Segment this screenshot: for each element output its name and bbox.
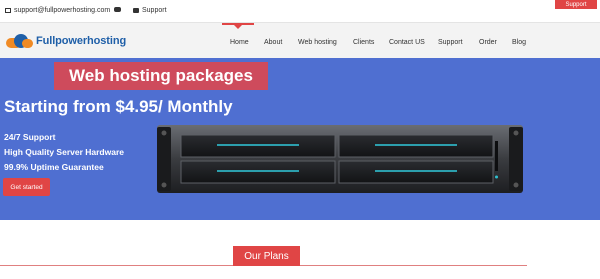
- feature-support: 24/7 Support: [4, 132, 56, 142]
- site-logo[interactable]: Fullpowerhosting: [6, 33, 126, 49]
- top-bar: support@fullpowerhosting.com Support Sup…: [0, 0, 600, 22]
- hero-title: Web hosting packages: [54, 62, 268, 90]
- nav-contact-us[interactable]: Contact US: [389, 39, 425, 46]
- support-link[interactable]: Support: [133, 7, 167, 14]
- server-rack-image: [157, 125, 523, 193]
- nav-blog[interactable]: Blog: [512, 39, 526, 46]
- site-header: Fullpowerhosting Home About Web hosting …: [0, 22, 600, 58]
- chat-icon: [114, 7, 121, 12]
- support-button[interactable]: Support: [555, 0, 597, 9]
- email-text: support@fullpowerhosting.com: [14, 7, 111, 14]
- nav-support[interactable]: Support: [438, 39, 463, 46]
- nav-home[interactable]: Home: [230, 39, 249, 46]
- nav-clients[interactable]: Clients: [353, 39, 374, 46]
- envelope-icon: [5, 8, 11, 13]
- feature-hardware: High Quality Server Hardware: [4, 147, 124, 157]
- logo-text: Fullpowerhosting: [36, 35, 127, 47]
- get-started-button[interactable]: Get started: [3, 178, 50, 196]
- nav-order[interactable]: Order: [479, 39, 497, 46]
- email-link[interactable]: support@fullpowerhosting.com: [5, 7, 110, 14]
- logo-icon: [6, 33, 34, 49]
- nav-about[interactable]: About: [264, 39, 282, 46]
- plans-heading: Our Plans: [233, 246, 300, 266]
- feature-uptime: 99.9% Uptime Guarantee: [4, 162, 104, 172]
- phone-icon: [133, 8, 139, 13]
- nav-web-hosting[interactable]: Web hosting: [298, 39, 337, 46]
- chat-link[interactable]: [114, 7, 124, 12]
- support-link-label: Support: [142, 7, 167, 14]
- hero-price: Starting from $4.95/ Monthly: [4, 97, 233, 116]
